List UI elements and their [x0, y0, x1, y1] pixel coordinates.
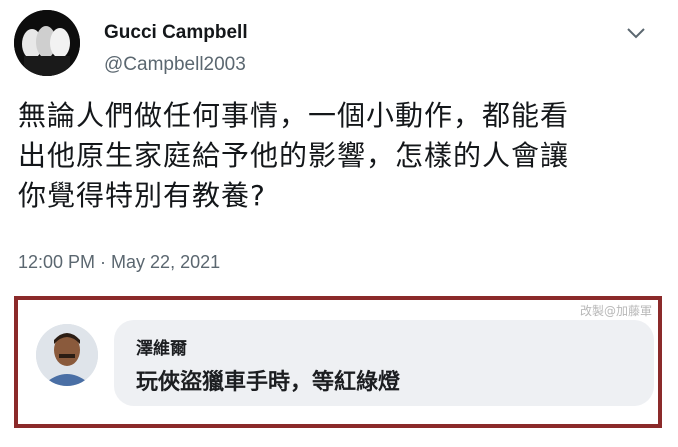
- tweet-header: Gucci Campbell @Campbell2003: [14, 10, 664, 80]
- reply-avatar-image: [36, 324, 98, 386]
- reply-bubble: 澤維爾 玩俠盜獵車手時，等紅綠燈: [114, 320, 654, 406]
- avatar-image: [14, 10, 80, 76]
- reply-highlight-frame: 改製@加藤軍 澤維爾 玩俠盜獵車手時，等紅綠燈: [14, 296, 662, 428]
- reply-author-name[interactable]: 澤維爾: [136, 334, 187, 359]
- tweet-text-line: 出他原生家庭給予他的影響，怎樣的人會讓: [18, 139, 570, 172]
- tweet-text-line: 無論人們做任何事情，一個小動作，都能看: [18, 99, 570, 132]
- reply-avatar[interactable]: [36, 324, 98, 386]
- reply-text: 玩俠盜獵車手時，等紅綠燈: [136, 370, 401, 395]
- avatar[interactable]: [14, 10, 80, 76]
- timestamp[interactable]: 12:00 PM · May 22, 2021: [18, 252, 220, 273]
- watermark: 改製@加藤軍: [579, 304, 652, 318]
- chevron-down-icon[interactable]: [626, 26, 646, 40]
- tweet-text: 無論人們做任何事情，一個小動作，都能看 出他原生家庭給予他的影響，怎樣的人會讓 …: [18, 96, 658, 216]
- display-name[interactable]: Gucci Campbell: [104, 22, 248, 44]
- tweet-text-line: 你覺得特別有教養?: [18, 179, 266, 212]
- user-handle[interactable]: @Campbell2003: [104, 54, 246, 76]
